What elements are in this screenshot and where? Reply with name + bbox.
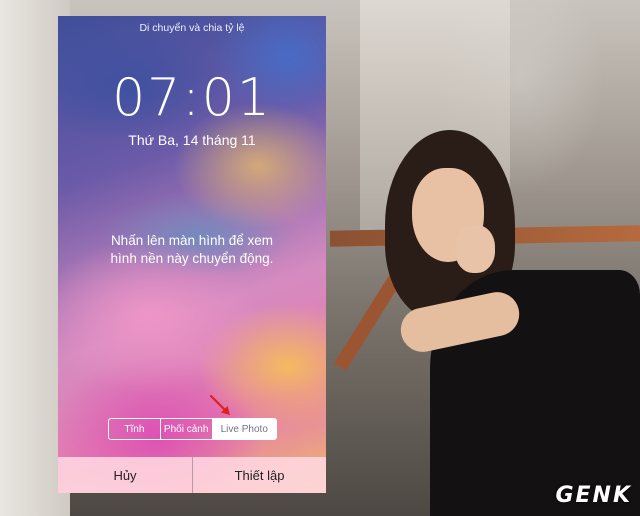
hint-line-2: hình nền này chuyển động. xyxy=(110,251,274,266)
cancel-button[interactable]: Hủy xyxy=(58,457,193,493)
segment-live-photo[interactable]: Live Photo xyxy=(212,419,276,439)
live-photo-hint: Nhấn lên màn hình để xem hình nền này ch… xyxy=(82,232,302,268)
wallpaper-mode-segmented-control[interactable]: Tĩnh Phối cảnh Live Photo xyxy=(108,418,277,440)
background-woman-hand xyxy=(455,225,495,273)
lock-screen-clock: 07:01 xyxy=(112,68,272,128)
wallpaper-preview-screen[interactable]: Di chuyển và chia tỷ lệ 07:01 Thứ Ba, 14… xyxy=(58,16,326,493)
screen-title: Di chuyển và chia tỷ lệ xyxy=(139,22,245,34)
watermark-logo: GENK xyxy=(555,483,632,508)
hint-line-1: Nhấn lên màn hình để xem xyxy=(110,233,274,248)
lock-screen-date: Thứ Ba, 14 tháng 11 xyxy=(128,132,256,148)
red-arrow-icon xyxy=(209,394,230,415)
set-wallpaper-button[interactable]: Thiết lập xyxy=(193,457,326,493)
action-bar: Hủy Thiết lập xyxy=(58,457,326,493)
segment-perspective[interactable]: Phối cảnh xyxy=(161,419,213,439)
segment-still[interactable]: Tĩnh xyxy=(109,419,161,439)
